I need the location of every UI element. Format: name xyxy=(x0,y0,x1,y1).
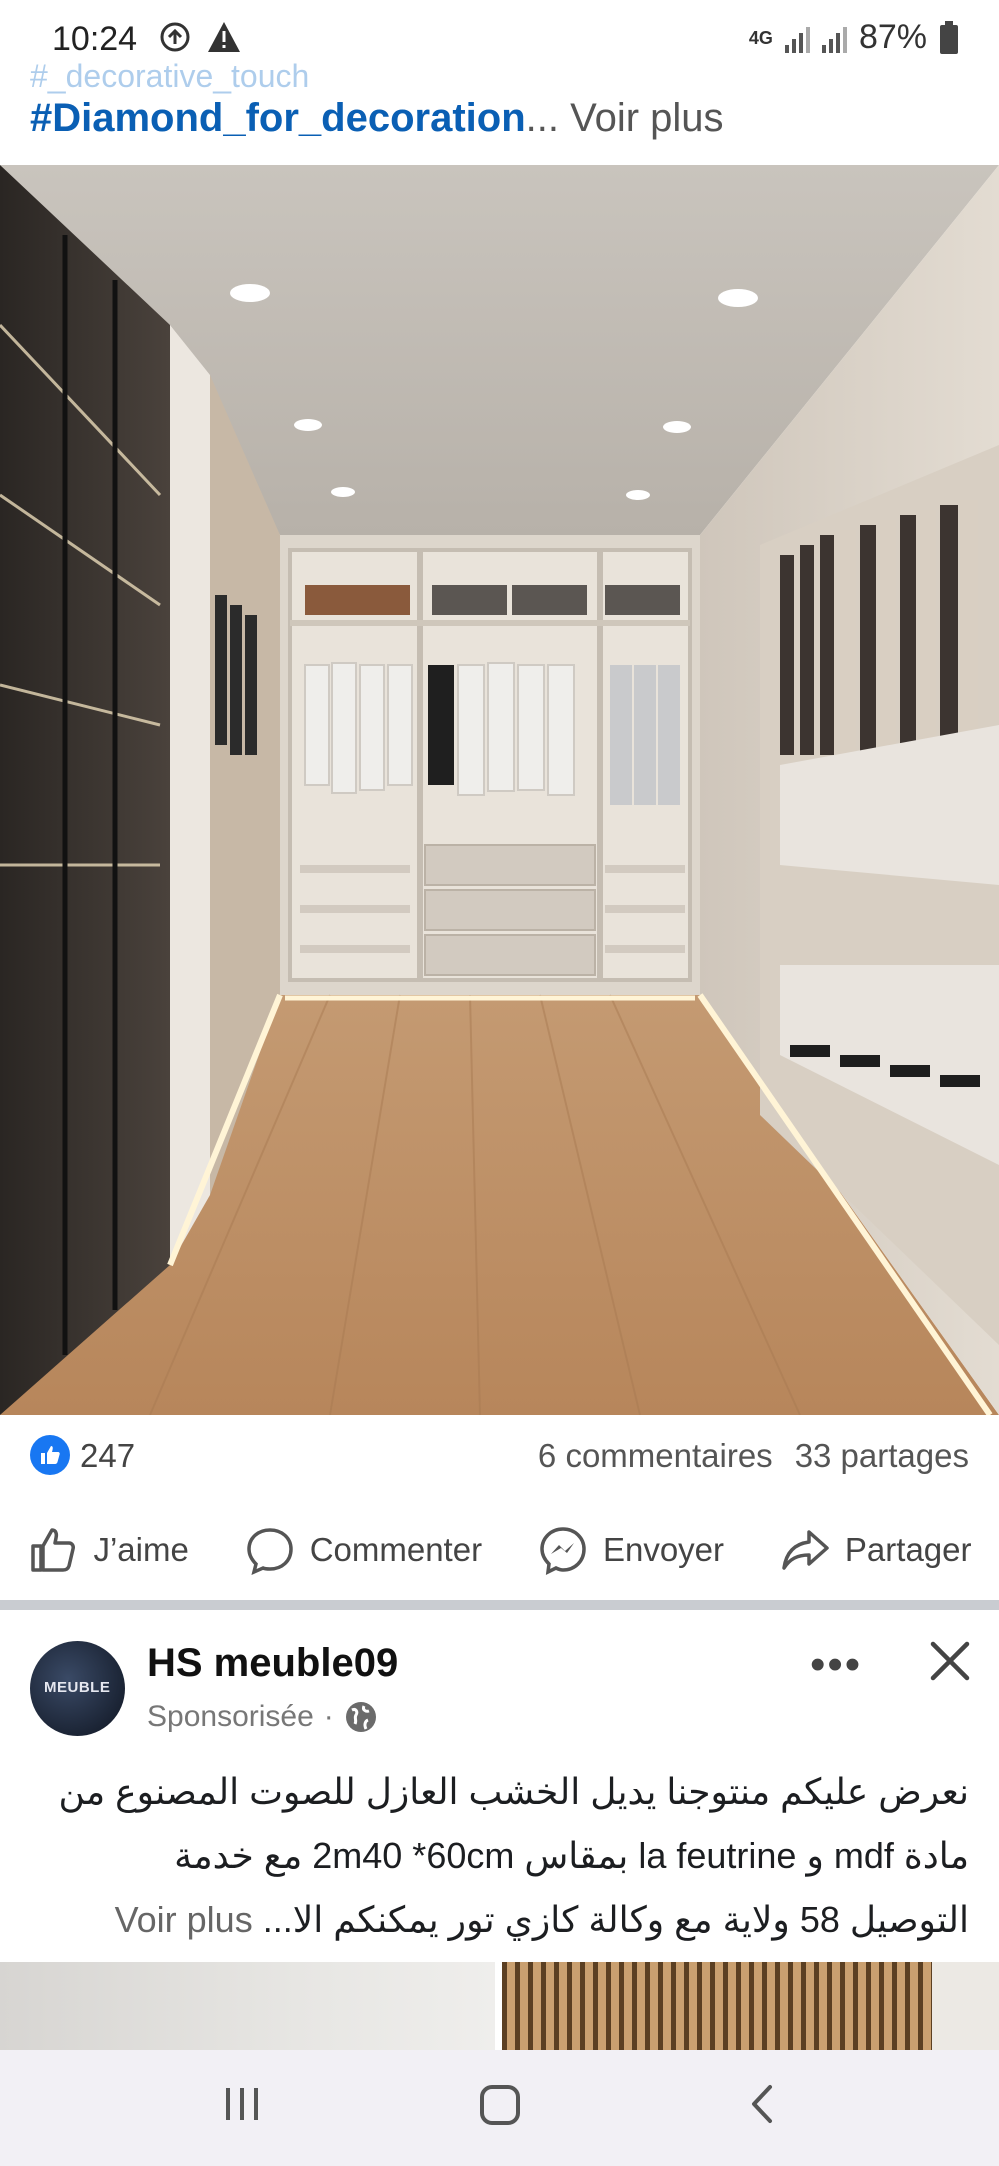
post-caption: #Diamond_for_decoration... Voir plus xyxy=(30,96,724,141)
meta-dot: · xyxy=(323,1700,334,1733)
comment-label: Commenter xyxy=(309,1531,483,1568)
thumbs-up-icon xyxy=(31,1528,76,1572)
like-button[interactable]: J’aime xyxy=(27,1524,189,1576)
post-text-line: نعرض عليكم منتوجنا يديل الخشب العازل للص… xyxy=(58,1771,969,1812)
page-name[interactable]: HS meuble09 xyxy=(147,1641,398,1686)
like-reaction-icon xyxy=(30,1435,70,1475)
comment-icon xyxy=(246,1528,293,1576)
feed-separator xyxy=(0,1600,999,1610)
data-saver-icon xyxy=(160,22,190,52)
sponsored-post-text: نعرض عليكم منتوجنا يديل الخشب العازل للص… xyxy=(30,1760,969,1952)
status-time: 10:24 xyxy=(52,20,138,58)
share-button[interactable]: Partager xyxy=(779,1524,972,1576)
ad-image-preview[interactable] xyxy=(0,1962,495,2052)
action-bar: J’aime Commenter Envoyer Partager xyxy=(0,1510,999,1590)
like-label: J’aime xyxy=(93,1531,189,1568)
hashtag-faded: #_decorative_touch xyxy=(30,58,310,94)
back-icon[interactable] xyxy=(746,2084,778,2124)
send-button[interactable]: Envoyer xyxy=(537,1524,724,1576)
battery-icon xyxy=(940,20,958,54)
more-options-icon[interactable]: ••• xyxy=(810,1640,862,1690)
comments-count[interactable]: 6 commentaires xyxy=(538,1437,773,1475)
close-icon[interactable] xyxy=(925,1636,975,1686)
signal-icon xyxy=(821,23,847,53)
post-text-line: مادة mdf و la feutrine بمقاس 2m40 *60cm … xyxy=(174,1835,969,1876)
network-type: 4G xyxy=(748,27,773,48)
wood-panel-image-preview[interactable] xyxy=(502,1962,932,2052)
share-label: Partager xyxy=(844,1531,972,1568)
warning-icon xyxy=(208,22,240,52)
sponsored-label: Sponsorisée xyxy=(147,1700,314,1733)
caption-ellipsis: ... xyxy=(525,96,559,140)
reactions-row: 247 6 commentaires 33 partages xyxy=(0,1425,999,1485)
status-right: 4G 87% xyxy=(749,18,959,57)
avatar-logo-text: MEUBLE xyxy=(44,1679,111,1696)
messenger-icon xyxy=(540,1527,586,1576)
comments-shares: 6 commentaires 33 partages xyxy=(538,1437,969,1475)
send-label: Envoyer xyxy=(602,1531,725,1568)
post-image[interactable] xyxy=(0,165,999,1415)
ad-image-preview-edge xyxy=(932,1962,999,2052)
post-text-line: التوصيل 58 ولاية مع وكالة كازي تور يمكنك… xyxy=(262,1899,969,1940)
android-nav-bar xyxy=(0,2050,999,2166)
comment-button[interactable]: Commenter xyxy=(244,1524,482,1576)
recent-apps-icon[interactable] xyxy=(222,2084,262,2124)
post-text-line-last: التوصيل 58 ولاية مع وكالة كازي تور يمكنك… xyxy=(30,1888,969,1952)
see-more-link[interactable]: Voir plus xyxy=(115,1899,253,1940)
page-avatar[interactable]: MEUBLE xyxy=(30,1641,125,1736)
home-icon[interactable] xyxy=(479,2084,521,2126)
hashtag-link[interactable]: #Diamond_for_decoration xyxy=(30,96,526,140)
likes-count[interactable]: 247 xyxy=(80,1437,135,1475)
share-icon xyxy=(782,1530,829,1570)
shares-count[interactable]: 33 partages xyxy=(795,1437,969,1475)
status-icons-left xyxy=(158,20,242,54)
sponsored-meta: Sponsorisée · xyxy=(147,1700,378,1734)
walk-in-closet-photo xyxy=(0,165,999,1415)
see-more-link[interactable]: Voir plus xyxy=(559,96,723,140)
signal-icon xyxy=(784,23,810,53)
globe-icon xyxy=(345,1702,376,1732)
battery-percent: 87% xyxy=(858,18,927,56)
